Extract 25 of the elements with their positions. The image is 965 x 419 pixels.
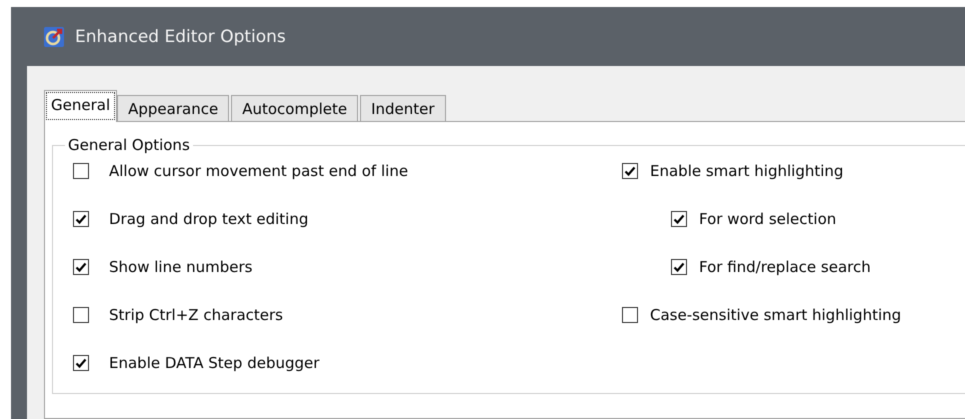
- checkbox-label: Drag and drop text editing: [109, 210, 308, 228]
- tab[interactable]: General: [44, 90, 118, 122]
- checkbox-label: For word selection: [699, 210, 836, 228]
- window-title: Enhanced Editor Options: [75, 26, 286, 46]
- checkbox[interactable]: [73, 307, 89, 323]
- checkbox-label: Enable DATA Step debugger: [109, 354, 320, 372]
- checkbox[interactable]: [73, 211, 89, 227]
- tab[interactable]: Indenter: [360, 95, 446, 122]
- tab[interactable]: Autocomplete: [231, 95, 358, 122]
- checkbox[interactable]: [622, 163, 638, 179]
- checkbox[interactable]: [671, 259, 687, 275]
- checkbox[interactable]: [622, 307, 638, 323]
- checkbox-label: Enable smart highlighting: [650, 162, 844, 180]
- checkbox-label: For find/replace search: [699, 258, 871, 276]
- checkbox[interactable]: [73, 355, 89, 371]
- checkbox[interactable]: [73, 259, 89, 275]
- tab[interactable]: Appearance: [117, 95, 230, 122]
- group-legend: General Options: [65, 136, 193, 154]
- checkbox[interactable]: [73, 163, 89, 179]
- checkbox[interactable]: [671, 211, 687, 227]
- checkbox-label: Allow cursor movement past end of line: [109, 162, 408, 180]
- checkbox-label: Strip Ctrl+Z characters: [109, 306, 283, 324]
- checkbox-label: Case-sensitive smart highlighting: [650, 306, 902, 324]
- checkbox-label: Show line numbers: [109, 258, 252, 276]
- app-icon: [43, 26, 65, 48]
